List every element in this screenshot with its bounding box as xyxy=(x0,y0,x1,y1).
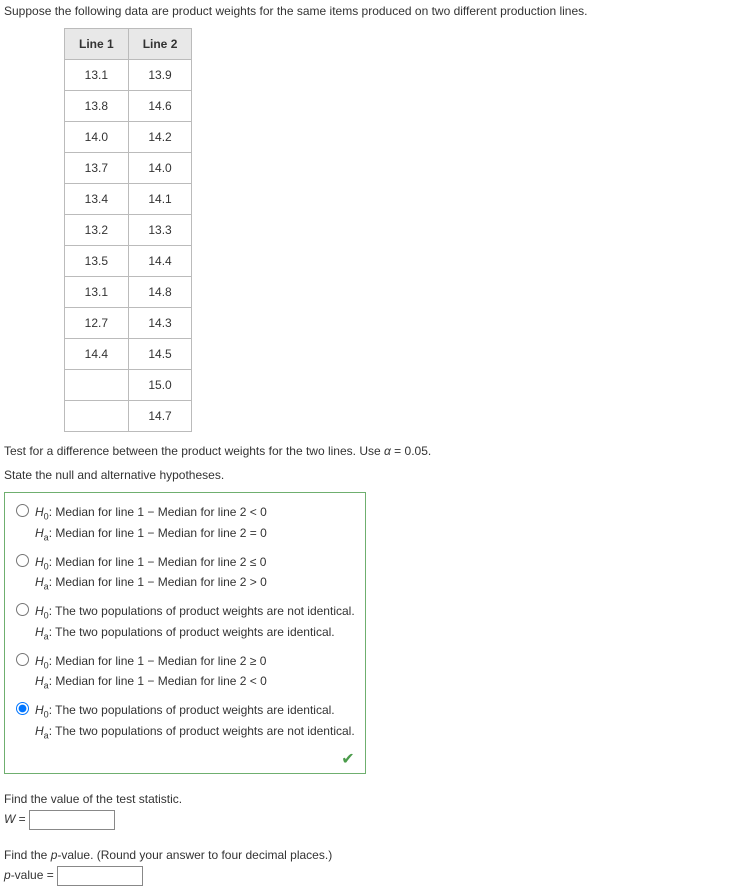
table-cell: 14.2 xyxy=(128,122,192,153)
opt3-h0-text: The two populations of product weights a… xyxy=(55,604,355,618)
radio-option-1[interactable] xyxy=(16,504,29,517)
state-hypotheses-prompt: State the null and alternative hypothese… xyxy=(4,468,735,482)
test-statistic-input[interactable] xyxy=(29,810,115,830)
table-row: 13.514.4 xyxy=(65,246,192,277)
table-cell: 14.5 xyxy=(128,339,192,370)
table-cell: 14.8 xyxy=(128,277,192,308)
table-cell: 13.9 xyxy=(128,60,192,91)
h0-sym: H xyxy=(35,555,44,569)
h0-sym: H xyxy=(35,654,44,668)
correct-check-icon: ✔ xyxy=(11,749,355,769)
table-cell: 13.2 xyxy=(65,215,129,246)
table-row: 15.0 xyxy=(65,370,192,401)
find-p-value-section: Find the p-value. (Round your answer to … xyxy=(4,848,735,886)
opt5-h0-text: The two populations of product weights a… xyxy=(55,703,335,717)
find-test-statistic-label: Find the value of the test statistic. xyxy=(4,792,735,806)
table-cell xyxy=(65,370,129,401)
table-cell: 12.7 xyxy=(65,308,129,339)
opt1-ha-text: Median for line 1 − Median for line 2 = … xyxy=(55,526,266,540)
ha-sym: H xyxy=(35,526,44,540)
radio-option-4[interactable] xyxy=(16,653,29,666)
option-2-text: H0: Median for line 1 − Median for line … xyxy=(35,553,267,595)
hypothesis-choices-box: H0: Median for line 1 − Median for line … xyxy=(4,492,366,774)
p-symbol-2: p xyxy=(4,868,11,882)
table-cell: 14.4 xyxy=(65,339,129,370)
table-cell: 14.7 xyxy=(128,401,192,432)
h0-sym: H xyxy=(35,505,44,519)
option-3-text: H0: The two populations of product weigh… xyxy=(35,602,355,644)
intro-text: Suppose the following data are product w… xyxy=(4,4,735,18)
h0-sym: H xyxy=(35,604,44,618)
table-row: 13.213.3 xyxy=(65,215,192,246)
table-cell: 14.0 xyxy=(65,122,129,153)
data-table: Line 1 Line 2 13.113.913.814.614.014.213… xyxy=(64,28,192,432)
table-cell xyxy=(65,401,129,432)
option-1-text: H0: Median for line 1 − Median for line … xyxy=(35,503,267,545)
ha-sym: H xyxy=(35,575,44,589)
ha-sym: H xyxy=(35,724,44,738)
opt4-h0-text: Median for line 1 − Median for line 2 ≥ … xyxy=(55,654,266,668)
table-cell: 13.1 xyxy=(65,277,129,308)
alpha-value: = 0.05. xyxy=(391,444,431,458)
opt3-ha-text: The two populations of product weights a… xyxy=(55,625,335,639)
table-cell: 15.0 xyxy=(128,370,192,401)
table-row: 13.714.0 xyxy=(65,153,192,184)
alpha-symbol: α xyxy=(384,444,391,458)
opt4-ha-text: Median for line 1 − Median for line 2 < … xyxy=(55,674,266,688)
table-cell: 14.0 xyxy=(128,153,192,184)
option-4-text: H0: Median for line 1 − Median for line … xyxy=(35,652,267,694)
opt1-h0-text: Median for line 1 − Median for line 2 < … xyxy=(55,505,266,519)
table-row: 12.714.3 xyxy=(65,308,192,339)
table-cell: 13.5 xyxy=(65,246,129,277)
opt2-ha-text: Median for line 1 − Median for line 2 > … xyxy=(55,575,266,589)
find-test-statistic-section: Find the value of the test statistic. W … xyxy=(4,792,735,830)
table-row: 14.014.2 xyxy=(65,122,192,153)
table-cell: 13.1 xyxy=(65,60,129,91)
table-cell: 13.7 xyxy=(65,153,129,184)
table-cell: 14.1 xyxy=(128,184,192,215)
ha-sym: H xyxy=(35,625,44,639)
table-row: 13.113.9 xyxy=(65,60,192,91)
p-value-input[interactable] xyxy=(57,866,143,886)
table-row: 14.7 xyxy=(65,401,192,432)
table-row: 14.414.5 xyxy=(65,339,192,370)
hypothesis-option-3[interactable]: H0: The two populations of product weigh… xyxy=(11,602,355,644)
col-header-line1: Line 1 xyxy=(65,29,129,60)
table-cell: 13.3 xyxy=(128,215,192,246)
p-value-equals: -value = xyxy=(11,868,57,882)
hypothesis-option-4[interactable]: H0: Median for line 1 − Median for line … xyxy=(11,652,355,694)
radio-option-2[interactable] xyxy=(16,554,29,567)
hypothesis-option-2[interactable]: H0: Median for line 1 − Median for line … xyxy=(11,553,355,595)
radio-option-3[interactable] xyxy=(16,603,29,616)
col-header-line2: Line 2 xyxy=(128,29,192,60)
radio-option-5[interactable] xyxy=(16,702,29,715)
table-cell: 14.4 xyxy=(128,246,192,277)
table-row: 13.114.8 xyxy=(65,277,192,308)
ha-sym: H xyxy=(35,674,44,688)
equals-text: = xyxy=(15,812,29,826)
table-cell: 14.3 xyxy=(128,308,192,339)
table-row: 13.814.6 xyxy=(65,91,192,122)
table-cell: 13.4 xyxy=(65,184,129,215)
table-row: 13.414.1 xyxy=(65,184,192,215)
opt5-ha-text: The two populations of product weights a… xyxy=(55,724,355,738)
table-cell: 13.8 xyxy=(65,91,129,122)
hypothesis-option-5[interactable]: H0: The two populations of product weigh… xyxy=(11,701,355,743)
h0-sym: H xyxy=(35,703,44,717)
option-5-text: H0: The two populations of product weigh… xyxy=(35,701,355,743)
test-prompt: Test for a difference between the produc… xyxy=(4,444,735,458)
w-symbol: W xyxy=(4,812,15,826)
hypothesis-option-1[interactable]: H0: Median for line 1 − Median for line … xyxy=(11,503,355,545)
test-prompt-text: Test for a difference between the produc… xyxy=(4,444,384,458)
table-cell: 14.6 xyxy=(128,91,192,122)
opt2-h0-text: Median for line 1 − Median for line 2 ≤ … xyxy=(55,555,266,569)
